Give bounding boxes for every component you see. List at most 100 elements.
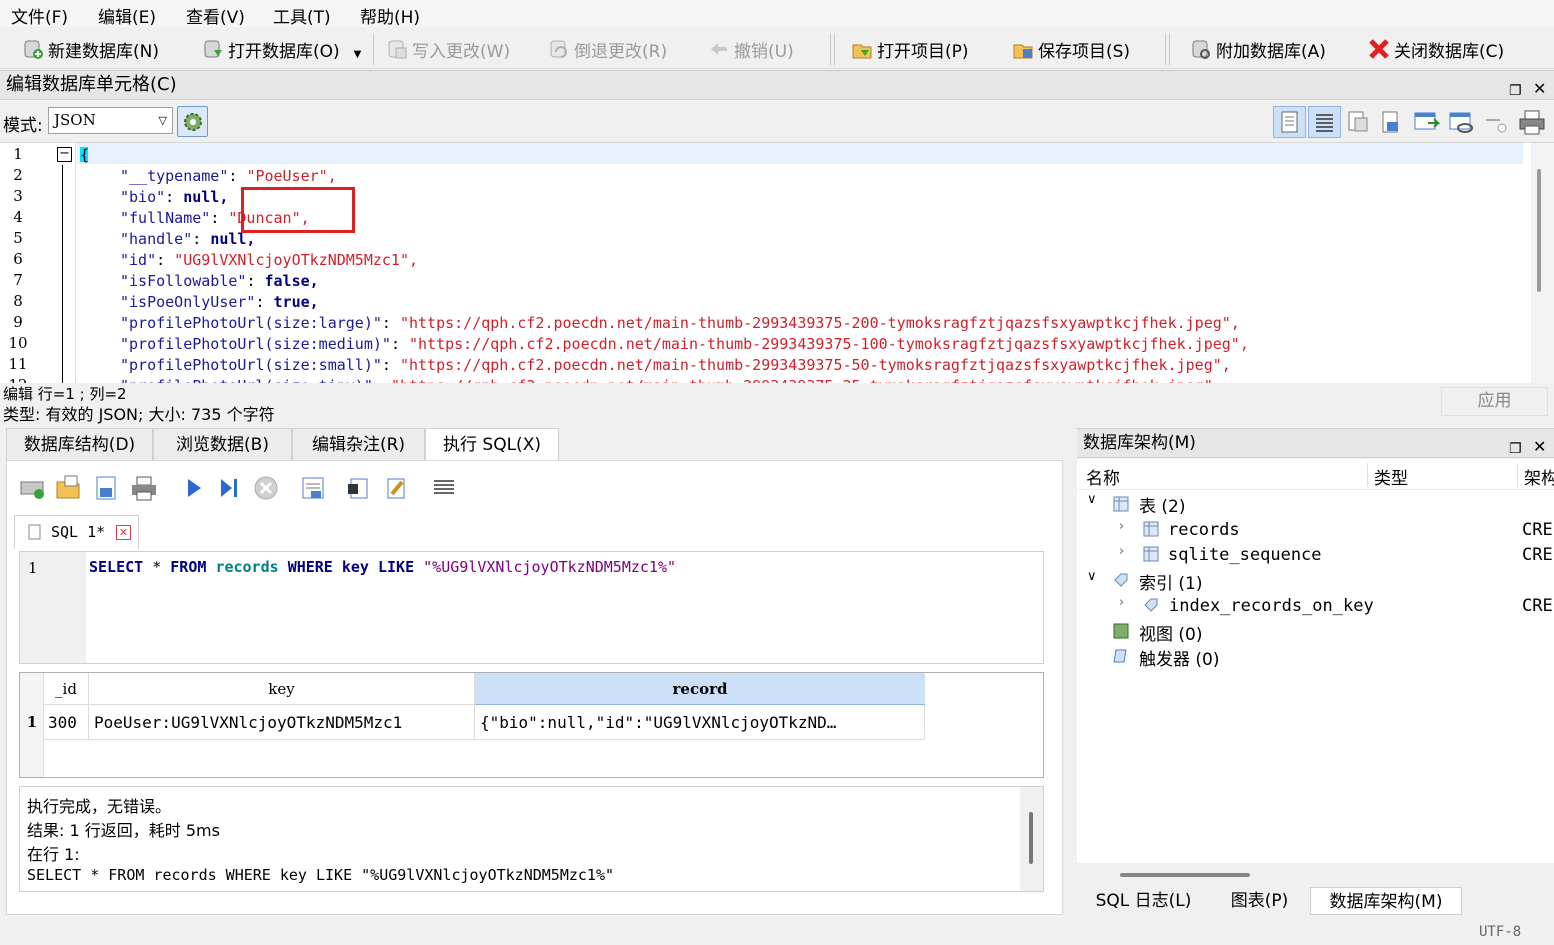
menu-file[interactable]: 文件(F) (11, 3, 68, 28)
tree-tables[interactable]: 表 (2) (1139, 492, 1185, 517)
save-results-icon[interactable] (300, 474, 328, 502)
line-number: 6 (13, 250, 23, 268)
messages-scrollbar[interactable] (1020, 787, 1043, 891)
close-panel-icon[interactable]: ✕ (1533, 433, 1546, 461)
import-icon (1348, 111, 1368, 132)
column-header-record[interactable]: record (475, 673, 925, 705)
sql-file-icon (28, 524, 41, 540)
save-sql-file-icon[interactable] (93, 474, 121, 502)
table-icon (1113, 496, 1129, 512)
find-icon[interactable] (345, 474, 373, 502)
open-database-dropdown-icon[interactable]: ▼ (354, 49, 362, 60)
save-project-button[interactable]: 保存项目(S) (1012, 35, 1130, 63)
line-number: 4 (13, 208, 23, 226)
column-header-schema[interactable]: 架构 (1524, 464, 1554, 489)
cell-id[interactable]: 300 (44, 705, 89, 740)
apply-button[interactable]: 应用 (1441, 387, 1548, 416)
fold-toggle-icon[interactable]: − (57, 147, 72, 162)
undo-button[interactable]: 撤销(U) (708, 35, 794, 63)
word-wrap-button[interactable] (1308, 106, 1341, 138)
auto-format-button[interactable] (177, 106, 208, 137)
attach-database-icon (1190, 38, 1212, 60)
chevron-down-icon[interactable]: ∨ (1087, 569, 1097, 584)
menu-bar: 文件(F) 编辑(E) 查看(V) 工具(T) 帮助(H) (0, 0, 1554, 28)
close-tab-icon[interactable]: ✕ (116, 525, 131, 540)
print-sql-icon[interactable] (130, 474, 158, 502)
tab-db-schema[interactable]: 数据库架构(M) (1310, 887, 1462, 915)
tree-triggers[interactable]: 触发器 (0) (1139, 645, 1219, 670)
revert-changes-icon (548, 38, 570, 60)
revert-changes-button[interactable]: 倒退更改(R) (548, 35, 667, 63)
chevron-right-icon[interactable]: › (1119, 544, 1124, 559)
export-button[interactable] (1378, 108, 1406, 140)
chevron-right-icon[interactable]: › (1119, 519, 1124, 534)
tree-item-index-schema: CRE (1522, 596, 1553, 616)
tab-browse-data[interactable]: 浏览数据(B) (153, 428, 292, 461)
float-panel-icon[interactable]: ❐ (1509, 77, 1522, 105)
tree-item-sqlite-sequence[interactable]: sqlite_sequence (1168, 545, 1322, 565)
encoding-status: UTF-8 (1479, 924, 1522, 940)
tab-plot[interactable]: 图表(P) (1213, 887, 1306, 915)
open-tab-icon[interactable] (19, 474, 47, 502)
close-panel-icon[interactable]: ✕ (1533, 75, 1546, 103)
column-header-id[interactable]: _id (44, 673, 89, 705)
tab-database-structure[interactable]: 数据库结构(D) (6, 428, 153, 461)
comment-lines-icon[interactable] (430, 474, 458, 502)
tree-item-records[interactable]: records (1168, 520, 1240, 540)
column-header-name[interactable]: 名称 (1086, 464, 1120, 489)
schema-horizontal-scrollbar[interactable] (1077, 863, 1554, 885)
sql-file-tab[interactable]: SQL 1* ✕ (14, 515, 139, 549)
menu-help[interactable]: 帮助(H) (360, 3, 420, 28)
open-project-icon (851, 38, 873, 60)
stop-execution-icon[interactable] (252, 474, 280, 502)
column-header-key[interactable]: key (89, 673, 475, 705)
line-number: 9 (13, 313, 23, 331)
menu-view[interactable]: 查看(V) (186, 3, 245, 28)
mode-select[interactable]: JSON ▽ (48, 107, 173, 134)
tab-edit-pragmas[interactable]: 编辑杂注(R) (292, 428, 425, 461)
attach-database-button[interactable]: 附加数据库(A) (1190, 35, 1326, 63)
json-key: "isFollowable" (120, 272, 247, 290)
tab-sql-log[interactable]: SQL 日志(L) (1080, 887, 1207, 915)
column-header-type[interactable]: 类型 (1374, 464, 1408, 489)
print-button[interactable] (1517, 108, 1547, 140)
text-mode-button[interactable] (1273, 106, 1306, 138)
open-sql-file-icon[interactable] (55, 474, 83, 502)
tree-item-index-records-on-key[interactable]: index_records_on_key (1169, 596, 1374, 616)
code-line: { (80, 146, 89, 164)
json-editor[interactable]: − 123456789101112 {"__typename": "PoeUse… (0, 142, 1554, 383)
json-key: "profilePhotoUrl(size:medium)" (120, 335, 391, 353)
menu-edit[interactable]: 编辑(E) (98, 3, 156, 28)
sql-editor[interactable]: 1 SELECT * FROM records WHERE key LIKE "… (19, 551, 1044, 664)
tree-views[interactable]: 视图 (0) (1139, 620, 1202, 645)
execute-all-icon[interactable] (180, 474, 208, 502)
close-database-button[interactable]: 关闭数据库(C) (1368, 35, 1504, 63)
editor-vertical-scrollbar[interactable] (1531, 143, 1554, 383)
open-project-button[interactable]: 打开项目(P) (851, 35, 969, 63)
code-line: "profilePhotoUrl(size:small)": "https://… (120, 356, 1231, 374)
copy-button[interactable] (1447, 108, 1477, 140)
execute-current-icon[interactable] (215, 474, 243, 502)
clear-button[interactable] (1482, 108, 1512, 140)
chevron-down-icon[interactable]: ∨ (1087, 492, 1097, 507)
tab-execute-sql[interactable]: 执行 SQL(X) (425, 428, 559, 461)
json-key: "id" (120, 251, 157, 269)
set-null-button[interactable] (1412, 108, 1442, 140)
sql-line-number: 1 (28, 559, 38, 577)
index-tag-icon (1114, 573, 1128, 587)
table-icon (1143, 546, 1159, 562)
tree-indexes[interactable]: 索引 (1) (1139, 569, 1202, 594)
chevron-right-icon[interactable]: › (1119, 595, 1124, 610)
find-replace-icon[interactable] (382, 474, 410, 502)
row-number[interactable]: 1 (20, 705, 44, 740)
cell-record[interactable]: {"bio":null,"id":"UG9lVXNlcjoyOTkzND… (475, 705, 925, 740)
write-changes-button[interactable]: 写入更改(W) (386, 35, 510, 63)
menu-tools[interactable]: 工具(T) (273, 3, 331, 28)
highlight-box (241, 187, 355, 233)
open-database-button[interactable]: 打开数据库(O) ▼ (202, 35, 361, 63)
window-arrow-icon (1414, 112, 1441, 130)
new-database-button[interactable]: 新建数据库(N) (22, 35, 159, 63)
cell-key[interactable]: PoeUser:UG9lVXNlcjoyOTkzNDM5Mzc1 (89, 705, 475, 740)
json-separator: : (165, 188, 184, 206)
import-button[interactable] (1344, 108, 1372, 140)
